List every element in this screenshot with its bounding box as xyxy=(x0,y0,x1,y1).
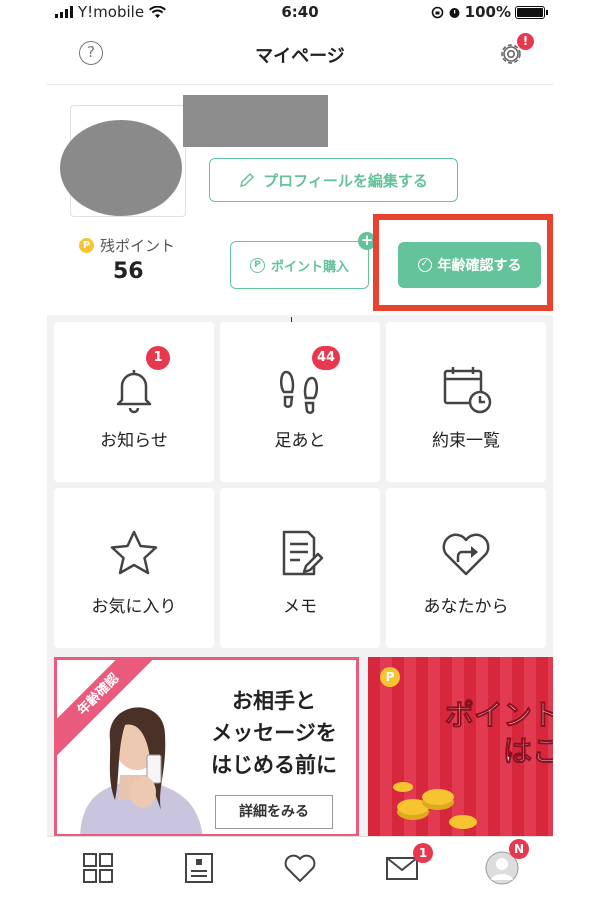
page-title: マイページ xyxy=(255,46,345,67)
banner-line: ポイント交 xyxy=(444,698,553,733)
menu-item-appointments[interactable]: 約束一覧 xyxy=(386,322,546,482)
points-label-row: P 残ポイント xyxy=(79,235,175,256)
notifications-badge: 1 xyxy=(146,346,170,370)
star-icon xyxy=(110,530,158,575)
menu-item-label: 約束一覧 xyxy=(432,431,500,451)
menu-item-label: メモ xyxy=(283,597,317,617)
pencil-icon xyxy=(240,172,255,188)
menu-item-label: 足あと xyxy=(274,431,326,451)
banner-line: お相手と xyxy=(232,689,316,713)
grid-icon[interactable] xyxy=(81,851,115,885)
menu-item-footprints[interactable]: 44 足あと xyxy=(220,322,380,482)
battery-icon xyxy=(515,5,548,19)
avatar-redacted xyxy=(60,120,182,216)
calendar-clock-icon xyxy=(443,367,492,414)
status-bar: Y!mobile 6:40 100% xyxy=(47,0,553,24)
details-button[interactable]: 詳細をみる xyxy=(215,795,333,829)
footprints-badge: 44 xyxy=(312,346,341,370)
phone-screen: Y!mobile 6:40 100% ? マイページ ! プロフィールを編集する xyxy=(47,0,553,900)
point-circle-icon: P xyxy=(249,257,265,273)
point-coin-icon: P xyxy=(79,238,94,253)
banner-headline: お相手と メッセージを はじめる前に xyxy=(199,685,349,781)
age-verification-label: 年齢確認する xyxy=(437,258,522,274)
profile-section: プロフィールを編集する P 残ポイント 56 P ポイント購入 + ✓ 年齢確認… xyxy=(47,85,553,327)
mail-badge: 1 xyxy=(413,843,433,863)
woman-photo xyxy=(80,707,203,834)
menu-item-notifications[interactable]: 1 お知らせ xyxy=(54,322,214,482)
heart-icon[interactable] xyxy=(283,851,317,885)
menu-item-memo[interactable]: メモ xyxy=(220,488,380,648)
edit-profile-label: プロフィールを編集する xyxy=(263,171,428,190)
point-exchange-banner[interactable]: P ポイント交 はこち xyxy=(368,657,553,837)
battery-percent: 100% xyxy=(464,3,511,21)
points-label: 残ポイント xyxy=(100,237,176,255)
menu-item-label: お知らせ xyxy=(100,431,168,451)
bottom-tab-bar: 1 N xyxy=(47,836,553,900)
memo-icon xyxy=(282,530,324,576)
banner-line: メッセージを xyxy=(211,721,337,745)
check-circle-icon: ✓ xyxy=(417,258,432,272)
points-balance: 56 xyxy=(113,259,144,284)
menu-item-label: あなたから xyxy=(423,597,509,617)
age-verification-banner[interactable]: 年齢確認 お相手と メッセージを はじめる前に 詳細をみる xyxy=(54,657,359,837)
banner-headline: ポイント交 はこち xyxy=(390,697,553,769)
banner-line: はじめる前に xyxy=(211,753,337,777)
banner-line: はこち xyxy=(502,734,553,769)
profile-new-badge: N xyxy=(509,839,529,859)
edit-profile-button[interactable]: プロフィールを編集する xyxy=(209,158,458,202)
buy-points-button[interactable]: P ポイント購入 xyxy=(230,241,369,289)
buy-points-label: ポイント購入 xyxy=(270,259,349,275)
coins-illustration xyxy=(393,782,477,829)
point-coin-icon: P xyxy=(380,667,400,687)
menu-item-label: お気に入り xyxy=(91,597,177,617)
age-verification-button[interactable]: ✓ 年齢確認する xyxy=(398,242,541,288)
rotation-lock-icon xyxy=(431,6,443,18)
heart-arrow-icon xyxy=(442,533,490,576)
settings-alert-badge: ! xyxy=(517,33,534,50)
alarm-icon xyxy=(449,7,460,18)
profile-card-icon[interactable] xyxy=(182,851,216,885)
menu-item-from-you[interactable]: あなたから xyxy=(386,488,546,648)
menu-item-favorites[interactable]: お気に入り xyxy=(54,488,214,648)
username-redacted xyxy=(183,95,328,147)
app-header: ? マイページ ! xyxy=(47,24,553,85)
